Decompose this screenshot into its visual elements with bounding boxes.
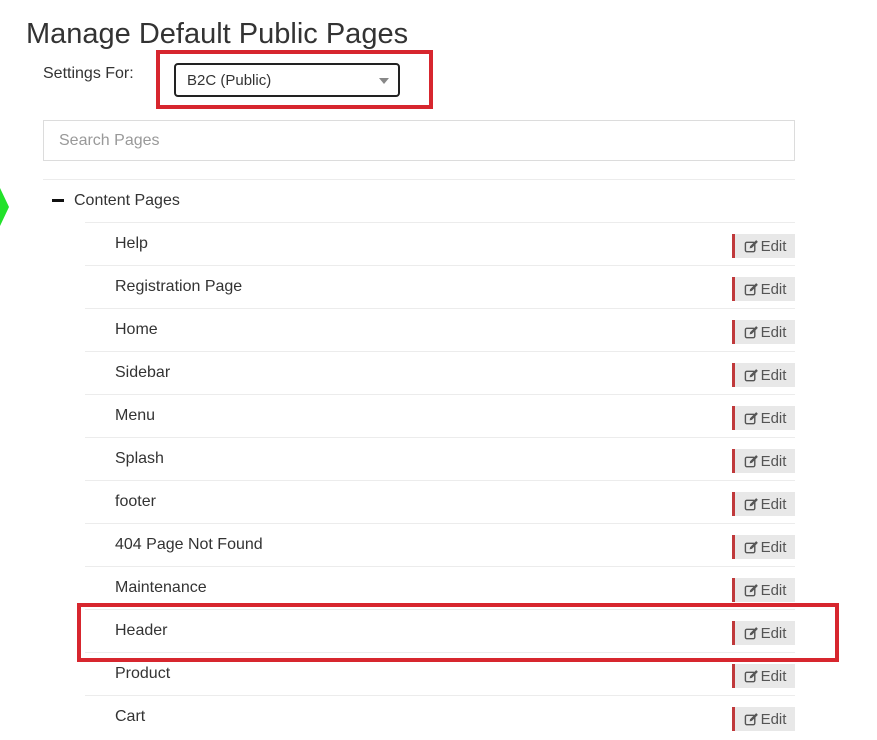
green-arrow-marker bbox=[0, 188, 9, 226]
edit-icon bbox=[744, 497, 759, 512]
edit-label: Edit bbox=[760, 667, 787, 685]
edit-icon bbox=[744, 282, 759, 297]
edit-label: Edit bbox=[760, 538, 787, 556]
edit-button[interactable]: Edit bbox=[732, 535, 795, 559]
edit-label: Edit bbox=[760, 710, 787, 728]
edit-button[interactable]: Edit bbox=[732, 363, 795, 387]
caret-down-icon bbox=[379, 78, 389, 84]
collapse-minus-icon[interactable] bbox=[52, 199, 64, 202]
edit-label: Edit bbox=[760, 495, 787, 513]
page-name: Registration Page bbox=[115, 278, 243, 295]
page-name: Header bbox=[115, 622, 168, 639]
edit-button[interactable]: Edit bbox=[732, 234, 795, 258]
edit-icon bbox=[744, 669, 759, 684]
list-item: Sidebar Edit bbox=[85, 351, 795, 394]
settings-for-label: Settings For: bbox=[43, 65, 134, 82]
search-pages-input[interactable] bbox=[43, 120, 795, 161]
edit-label: Edit bbox=[760, 280, 787, 298]
content-pages-label: Content Pages bbox=[74, 192, 180, 209]
page-name: Maintenance bbox=[115, 579, 207, 596]
edit-label: Edit bbox=[760, 237, 787, 255]
edit-button[interactable]: Edit bbox=[732, 449, 795, 473]
edit-label: Edit bbox=[760, 323, 787, 341]
edit-icon bbox=[744, 540, 759, 555]
page-name: Menu bbox=[115, 407, 156, 424]
list-item: Header Edit bbox=[85, 609, 795, 652]
list-item: Cart Edit bbox=[85, 695, 795, 738]
list-item: Product Edit bbox=[85, 652, 795, 695]
page-name: Home bbox=[115, 321, 158, 338]
list-item: Menu Edit bbox=[85, 394, 795, 437]
page-name: 404 Page Not Found bbox=[115, 536, 263, 553]
list-item: Help Edit bbox=[85, 222, 795, 265]
edit-icon bbox=[744, 626, 759, 641]
page-name: Cart bbox=[115, 708, 146, 725]
edit-icon bbox=[744, 454, 759, 469]
edit-button[interactable]: Edit bbox=[732, 320, 795, 344]
edit-icon bbox=[744, 368, 759, 383]
page-title: Manage Default Public Pages bbox=[26, 18, 409, 50]
list-item: footer Edit bbox=[85, 480, 795, 523]
edit-button[interactable]: Edit bbox=[732, 406, 795, 430]
edit-icon bbox=[744, 325, 759, 340]
settings-for-selected-value: B2C (Public) bbox=[187, 72, 272, 89]
list-item: Home Edit bbox=[85, 308, 795, 351]
page-name: footer bbox=[115, 493, 156, 510]
edit-icon bbox=[744, 712, 759, 727]
edit-label: Edit bbox=[760, 366, 787, 384]
edit-button[interactable]: Edit bbox=[732, 277, 795, 301]
list-item: Registration Page Edit bbox=[85, 265, 795, 308]
edit-icon bbox=[744, 583, 759, 598]
content-pages-list: Help Edit Registration Page Edit Home Ed… bbox=[85, 222, 795, 738]
list-item: Splash Edit bbox=[85, 437, 795, 480]
edit-button[interactable]: Edit bbox=[732, 578, 795, 602]
edit-icon bbox=[744, 239, 759, 254]
edit-label: Edit bbox=[760, 581, 787, 599]
page-name: Product bbox=[115, 665, 171, 682]
page-name: Splash bbox=[115, 450, 164, 467]
list-item: Maintenance Edit bbox=[85, 566, 795, 609]
edit-label: Edit bbox=[760, 624, 787, 642]
edit-label: Edit bbox=[760, 452, 787, 470]
page-name: Sidebar bbox=[115, 364, 171, 381]
edit-label: Edit bbox=[760, 409, 787, 427]
page-name: Help bbox=[115, 235, 148, 252]
edit-button[interactable]: Edit bbox=[732, 664, 795, 688]
edit-button[interactable]: Edit bbox=[732, 621, 795, 645]
edit-button[interactable]: Edit bbox=[732, 492, 795, 516]
list-item: 404 Page Not Found Edit bbox=[85, 523, 795, 566]
settings-for-select[interactable]: B2C (Public) bbox=[174, 63, 400, 97]
edit-icon bbox=[744, 411, 759, 426]
divider bbox=[43, 179, 795, 180]
edit-button[interactable]: Edit bbox=[732, 707, 795, 731]
